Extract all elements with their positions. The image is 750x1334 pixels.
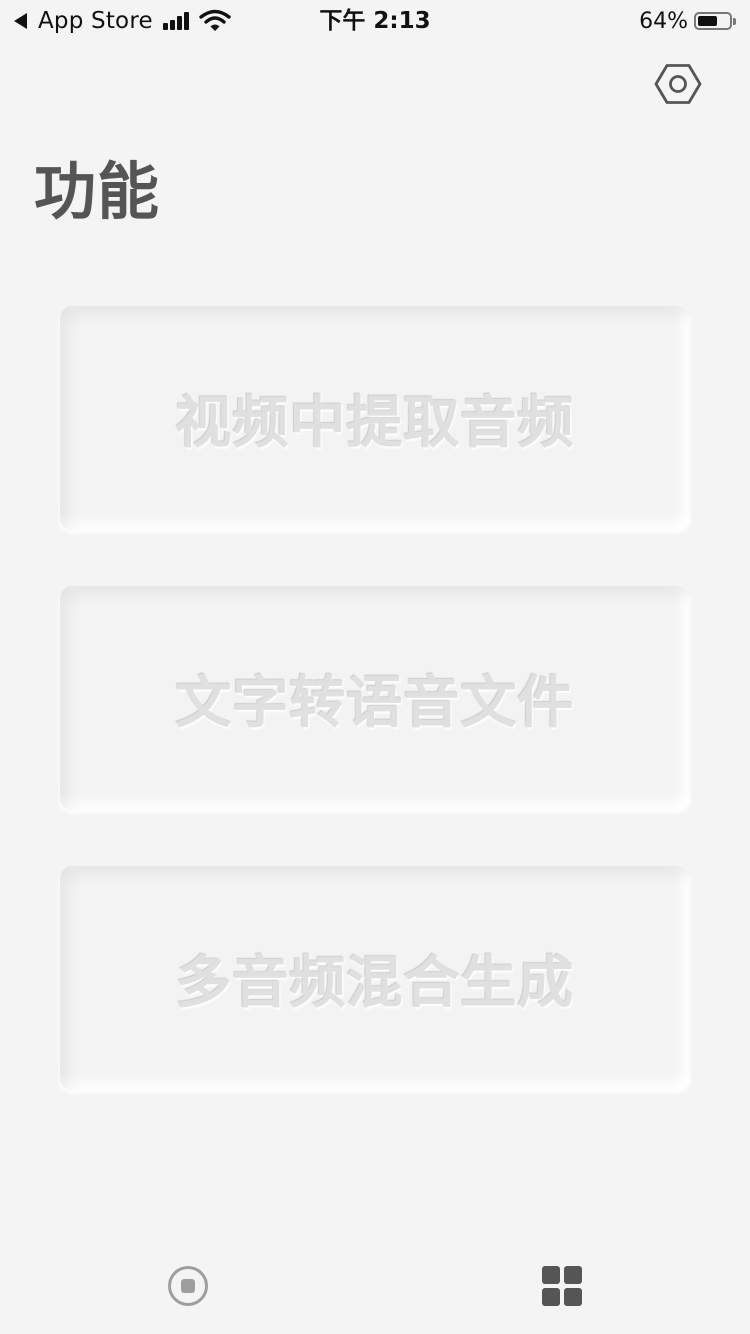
card-label: 多音频混合生成 [175, 950, 575, 1016]
battery-icon [694, 12, 732, 30]
hexagon-settings-icon [654, 64, 702, 104]
status-bar: App Store 下午 2:13 64% [0, 0, 750, 42]
audio-mix-card[interactable]: 多音频混合生成 [60, 866, 690, 1090]
page-title: 功能 [34, 155, 161, 228]
tab-features[interactable] [534, 1258, 590, 1314]
battery-fill [698, 16, 717, 26]
battery-percent: 64% [639, 8, 688, 34]
battery-status: 64% [639, 6, 736, 36]
settings-button[interactable] [652, 58, 704, 110]
stop-square [181, 1279, 195, 1293]
status-time: 下午 2:13 [319, 8, 431, 34]
tab-record[interactable] [160, 1258, 216, 1314]
grid-icon [542, 1266, 582, 1306]
text-to-speech-card[interactable]: 文字转语音文件 [60, 586, 690, 810]
card-label: 视频中提取音频 [175, 390, 575, 456]
battery-tip [733, 17, 736, 25]
record-stop-icon [168, 1266, 208, 1306]
extract-audio-card[interactable]: 视频中提取音频 [60, 306, 690, 530]
card-label: 文字转语音文件 [175, 670, 575, 736]
